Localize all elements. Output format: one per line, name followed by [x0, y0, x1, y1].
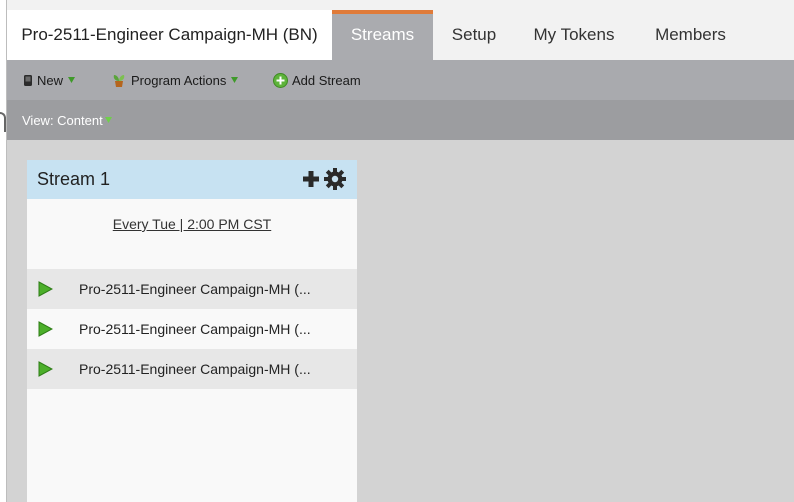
view-bar: View: Content — [7, 100, 794, 140]
tab-program-name-label: Pro-2511-Engineer Campaign-MH (BN) — [21, 25, 318, 44]
tab-my-tokens[interactable]: My Tokens — [515, 10, 633, 60]
play-icon — [37, 361, 54, 377]
new-menu-button[interactable]: New — [23, 60, 76, 100]
play-icon — [37, 281, 54, 297]
tab-program-name[interactable]: Pro-2511-Engineer Campaign-MH (BN) — [7, 10, 332, 60]
chevron-down-icon — [104, 117, 112, 123]
tab-setup[interactable]: Setup — [433, 10, 515, 60]
view-selector-label: View: Content — [22, 112, 103, 128]
plus-icon[interactable] — [301, 168, 321, 190]
stream-item[interactable]: Pro-2511-Engineer Campaign-MH (... — [27, 349, 357, 389]
stream-item[interactable]: Pro-2511-Engineer Campaign-MH (... — [27, 269, 357, 309]
add-stream-label: Add Stream — [292, 72, 361, 88]
stream-title: Stream 1 — [37, 169, 111, 189]
tab-streams[interactable]: Streams — [332, 10, 433, 60]
chevron-down-icon — [68, 77, 76, 83]
tab-streams-label: Streams — [350, 25, 415, 44]
view-selector[interactable]: View: Content — [22, 100, 112, 140]
collapse-handle[interactable] — [0, 112, 6, 132]
plus-circle-icon — [273, 72, 288, 88]
stream-item[interactable]: Pro-2511-Engineer Campaign-MH (... — [27, 309, 357, 349]
program-actions-button[interactable]: Program Actions — [111, 60, 239, 100]
chevron-down-icon — [231, 77, 239, 83]
phone-icon — [23, 74, 33, 87]
plant-icon — [111, 72, 127, 88]
add-stream-button[interactable]: Add Stream — [273, 60, 361, 100]
stream-schedule-link[interactable]: Every Tue | 2:00 PM CST — [27, 216, 357, 232]
stream-panel: Stream 1 Every Tue | 2:00 PM CST Pro-251… — [27, 160, 357, 502]
left-edge-strip — [0, 0, 7, 502]
gear-icon[interactable] — [324, 168, 346, 190]
tab-members[interactable]: Members — [633, 10, 748, 60]
tab-members-label: Members — [655, 25, 726, 44]
stream-item-name: Pro-2511-Engineer Campaign-MH (... — [79, 361, 311, 377]
stream-item-name: Pro-2511-Engineer Campaign-MH (... — [79, 281, 311, 297]
stream-header: Stream 1 — [27, 160, 357, 199]
tabbar-top-strip — [7, 0, 794, 10]
new-menu-label: New — [37, 72, 64, 88]
tab-my-tokens-label: My Tokens — [533, 25, 615, 44]
app-frame: Pro-2511-Engineer Campaign-MH (BN) Strea… — [0, 0, 794, 502]
program-actions-label: Program Actions — [131, 72, 227, 88]
stream-item-name: Pro-2511-Engineer Campaign-MH (... — [79, 321, 311, 337]
play-icon — [37, 321, 54, 337]
toolbar: New Program Actions Add Stream — [7, 60, 794, 100]
tab-setup-label: Setup — [451, 25, 497, 44]
